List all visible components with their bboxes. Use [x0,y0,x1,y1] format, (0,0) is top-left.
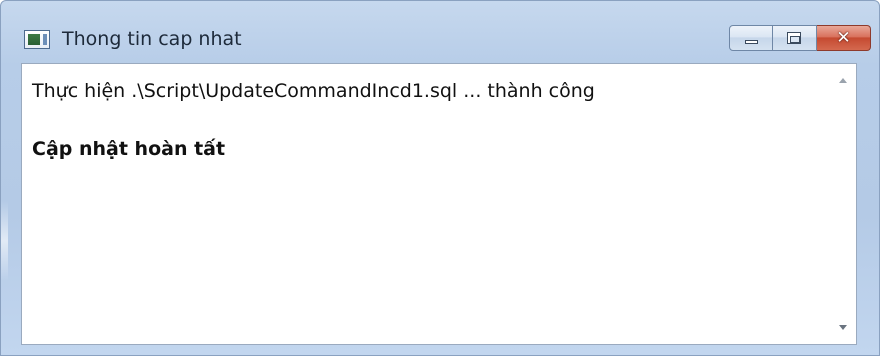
message-text-area[interactable]: Thực hiện .\Script\UpdateCommandIncd1.sq… [21,63,857,345]
maximize-icon [787,32,801,44]
minimize-icon [745,40,758,44]
scroll-down-arrow-icon[interactable] [839,325,847,330]
frame-highlight [1,201,8,281]
app-icon-screen [28,34,40,45]
app-window-icon[interactable] [24,30,50,49]
window-title: Thong tin cap nhat [62,28,242,50]
message-line-1: Thực hiện .\Script\UpdateCommandIncd1.sq… [32,80,595,102]
minimize-button[interactable] [729,25,773,51]
maximize-button[interactable] [773,25,817,51]
close-icon: ✕ [836,27,851,48]
vertical-scrollbar[interactable] [830,64,856,344]
scroll-up-arrow-icon[interactable] [839,78,847,83]
caption-buttons: ✕ [729,25,871,51]
dialog-window: Thong tin cap nhat ✕ Thực hiện .\Script\… [0,0,880,356]
title-bar[interactable]: Thong tin cap nhat ✕ [1,1,879,63]
close-button[interactable]: ✕ [817,25,871,51]
message-content: Thực hiện .\Script\UpdateCommandIncd1.sq… [32,79,822,161]
app-icon-bar [43,34,47,45]
message-line-2: Cập nhật hoàn tất [32,138,226,160]
